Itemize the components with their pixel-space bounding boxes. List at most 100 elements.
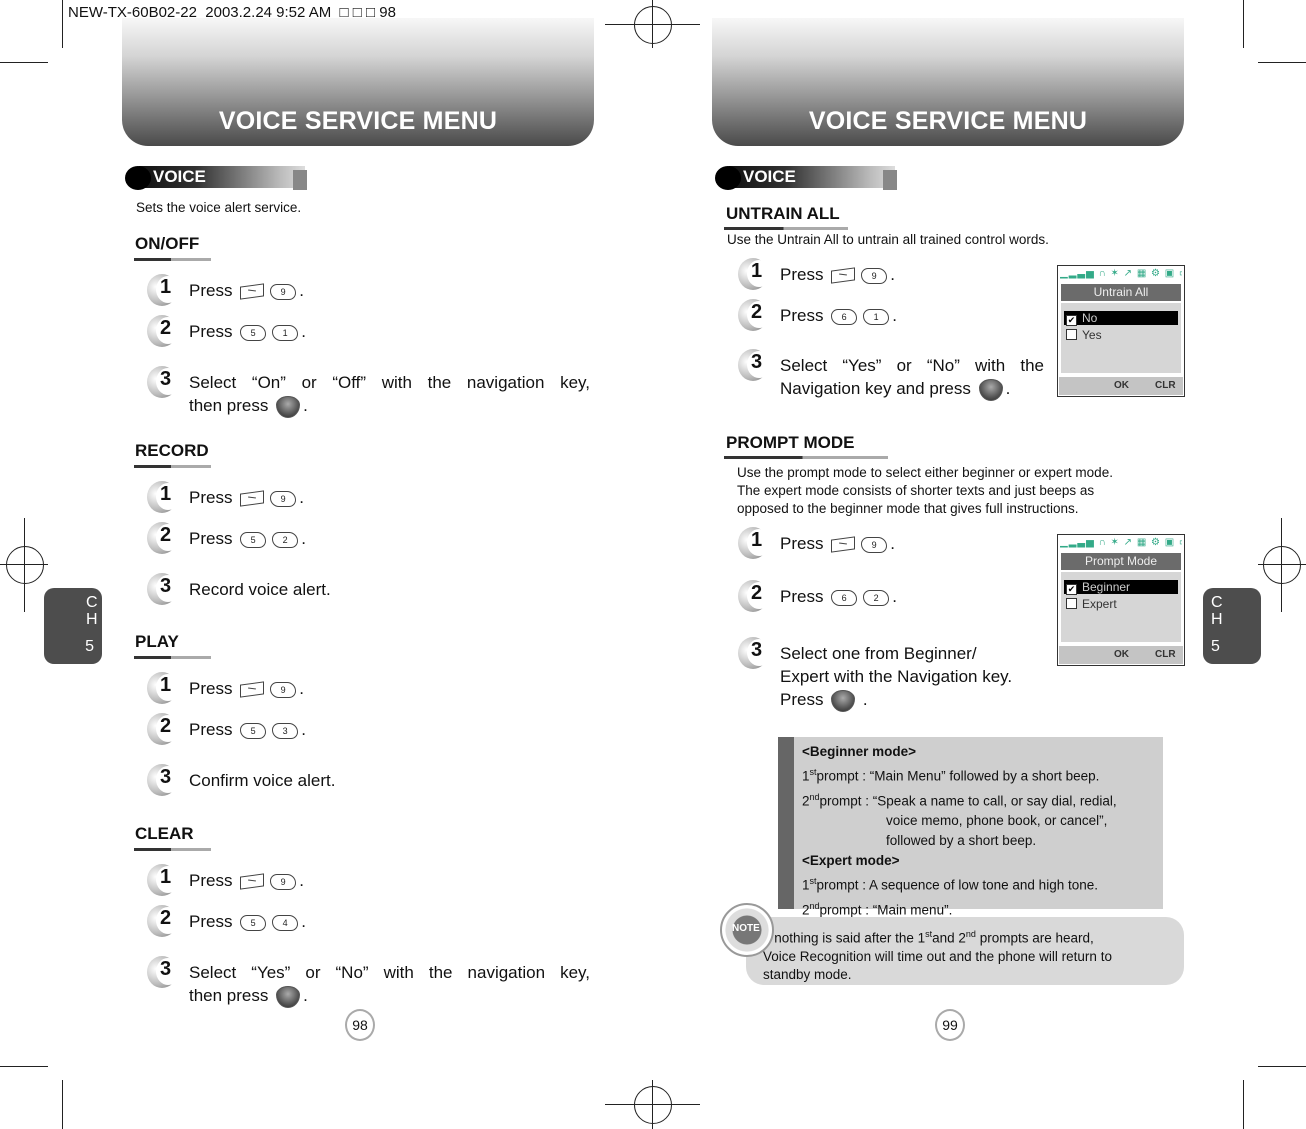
step-text: Press 54. (189, 912, 306, 931)
registration-mark (1263, 546, 1301, 584)
crop-mark (24, 518, 25, 612)
screen-option: ✔ No (1064, 311, 1178, 326)
screen-option: Expert (1064, 597, 1178, 611)
crop-mark (1258, 62, 1306, 63)
ok-key-icon (978, 378, 1003, 401)
step-text: Confirm voice alert. (189, 771, 336, 790)
registration-mark (6, 546, 44, 584)
step-text: Press 9. (189, 679, 304, 698)
step-number-badge: 1 (147, 864, 180, 896)
key-9wxyz-icon: 9 (270, 283, 297, 300)
crop-mark (0, 1066, 48, 1067)
step-text: Press 9. (189, 871, 304, 890)
crop-mark (1281, 518, 1282, 612)
clr-softkey: CLR (1155, 380, 1176, 391)
screen-title: Prompt Mode (1061, 553, 1181, 570)
subsection-description: Use the Untrain All to untrain all train… (727, 232, 1049, 247)
key-2abc-icon: 2 (272, 531, 299, 548)
checkbox-icon (1066, 329, 1077, 340)
note-icon: NOTE (720, 903, 774, 957)
subsection-title: CLEAR (135, 824, 194, 843)
subsection-underline (134, 465, 211, 468)
key-5jkl-icon: 5 (240, 914, 267, 931)
step-number-badge: 2 (147, 905, 180, 937)
section-description: Sets the voice alert service. (136, 200, 302, 215)
ok-softkey: OK (1114, 649, 1129, 660)
key-5jkl-icon: 5 (240, 531, 267, 548)
step-number-badge: 2 (147, 315, 180, 347)
key-9wxyz-icon: 9 (270, 490, 297, 507)
checkbox-icon: ✔ (1066, 315, 1077, 326)
subsection-title: PLAY (135, 632, 179, 651)
ok-key-icon (831, 689, 856, 712)
page-number: 98 (345, 1009, 375, 1041)
subsection-underline (134, 656, 211, 659)
checkbox-icon (1066, 598, 1077, 609)
phone-screen-untrain-all: ▁▂▃▅ ∩ ✶ ↗ ▦ ⚙ ▣ ▭ Untrain All ✔ No Yes OK CLR (1057, 265, 1185, 397)
chapter-tab: CH 5 (1203, 588, 1261, 664)
step-number-badge: 3 (147, 956, 180, 988)
subsection-title: RECORD (135, 441, 209, 460)
banner-title: VOICE SERVICE MENU (808, 107, 1088, 135)
crop-mark (62, 0, 63, 48)
softkey-bar: OK CLR (1059, 377, 1183, 395)
soft-key-icon (831, 536, 856, 553)
step-text: Press 9. (780, 534, 895, 553)
screen-option: Yes (1064, 328, 1178, 342)
soft-key-icon (240, 873, 265, 890)
note-box: If nothing is said after the 1stand 2nd … (746, 917, 1184, 985)
step-number-badge: 1 (147, 481, 180, 513)
key-3def-icon: 3 (272, 722, 299, 739)
subsection-title: PROMPT MODE (726, 433, 855, 452)
key-9wxyz-icon: 9 (270, 873, 297, 890)
key-4ghi-icon: 4 (272, 914, 299, 931)
subsection-underline (134, 848, 211, 851)
key-5jkl-icon: 5 (240, 324, 267, 341)
ok-key-icon (276, 395, 301, 418)
step-number-badge: 1 (738, 258, 771, 290)
crop-mark (1243, 0, 1244, 48)
step-number-badge: 3 (738, 637, 771, 669)
soft-key-icon (240, 283, 265, 300)
crop-mark (1258, 564, 1306, 565)
key-2abc-icon: 2 (863, 589, 890, 606)
prompt-info-box: <Beginner mode> 1stprompt : “Main Menu” … (778, 737, 1163, 917)
crop-mark (605, 24, 700, 25)
crop-mark (0, 564, 48, 565)
softkey-bar: OK CLR (1059, 646, 1183, 664)
step-text: Record voice alert. (189, 580, 331, 599)
step-number-badge: 2 (738, 299, 771, 331)
step-text: Select “Yes” or “No” with the navigation… (189, 961, 590, 1008)
status-icons: ▁▂▃▅ ∩ ✶ ↗ ▦ ⚙ ▣ ▭ (1060, 268, 1182, 279)
key-5jkl-icon: 5 (240, 722, 267, 739)
crop-mark (1258, 1066, 1306, 1067)
clr-softkey: CLR (1155, 649, 1176, 660)
step-text: Select “Yes” or “No” with the Navigation… (780, 354, 1044, 401)
key-9wxyz-icon: 9 (270, 681, 297, 698)
step-text: Press 62. (780, 587, 897, 606)
soft-key-icon (240, 681, 265, 698)
ok-key-icon (276, 985, 301, 1008)
status-icons: ▁▂▃▅ ∩ ✶ ↗ ▦ ⚙ ▣ ▭ (1060, 537, 1182, 548)
chapter-tab: CH 5 (44, 588, 102, 664)
subsection-description: Use the prompt mode to select either beg… (737, 465, 1113, 516)
step-number-badge: 1 (147, 274, 180, 306)
key-6mno-icon: 6 (831, 589, 858, 606)
step-number-badge: 2 (738, 580, 771, 612)
step-text: Press 53. (189, 720, 306, 739)
subsection-underline (724, 456, 888, 459)
page-number: 99 (935, 1009, 965, 1041)
registration-mark (634, 6, 672, 44)
step-number-badge: 1 (738, 527, 771, 559)
ok-softkey: OK (1114, 380, 1129, 391)
screen-option: ✔ Beginner (1064, 580, 1178, 595)
registration-mark (634, 1086, 672, 1124)
section-tag-label: VOICE SETTING (743, 167, 817, 206)
subsection-underline (724, 227, 848, 230)
step-number-badge: 2 (147, 522, 180, 554)
key-9wxyz-icon: 9 (861, 536, 888, 553)
step-number-badge: 3 (147, 764, 180, 796)
step-text: Select “On” or “Off” with the navigation… (189, 371, 590, 418)
crop-mark (62, 1080, 63, 1129)
step-number-badge: 2 (147, 713, 180, 745)
